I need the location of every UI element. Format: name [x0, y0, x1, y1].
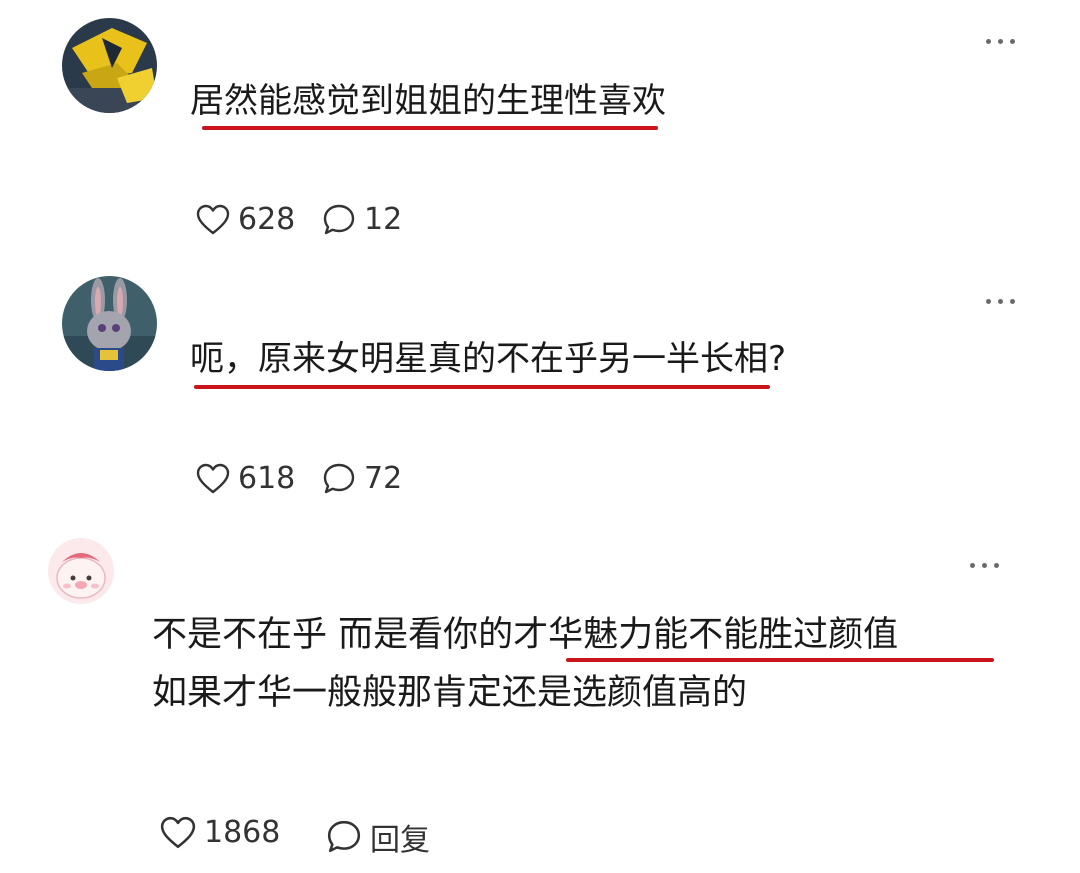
highlight-underline [194, 385, 770, 389]
comment-button[interactable]: 72 [322, 461, 402, 496]
highlight-underline [566, 658, 994, 662]
reply-count: 72 [364, 461, 403, 496]
reply-label: 回复 [370, 823, 430, 858]
like-count: 628 [238, 202, 296, 237]
avatar-image [48, 538, 114, 604]
comment-text: 居然能感觉到姐姐的生理性喜欢 [190, 81, 666, 121]
comment-text: 呃，原来女明星真的不在乎另一半长相? [190, 339, 787, 379]
avatar[interactable] [62, 18, 157, 113]
speech-bubble-icon [323, 463, 355, 493]
comment-2: 呃，原来女明星真的不在乎另一半长相? 618 72 [0, 260, 1080, 520]
like-count: 618 [238, 461, 296, 496]
reply-count: 12 [364, 202, 403, 237]
more-options-icon[interactable] [986, 39, 1015, 44]
heart-outline-icon [160, 816, 196, 848]
speech-bubble-icon [327, 820, 361, 853]
more-options-icon[interactable] [970, 563, 999, 568]
like-count: 1868 [204, 815, 281, 850]
avatar[interactable] [48, 538, 114, 604]
like-button[interactable]: 628 [196, 202, 295, 237]
like-button[interactable]: 1868 [160, 815, 280, 850]
heart-outline-icon [196, 463, 230, 493]
speech-bubble-icon [323, 204, 355, 234]
comment-text-line-2: 如果才华一般般那肯定还是选颜值高的 [152, 673, 748, 713]
comment-1: 居然能感觉到姐姐的生理性喜欢 628 12 [0, 0, 1080, 260]
more-options-icon[interactable] [986, 299, 1015, 304]
heart-outline-icon [196, 204, 230, 234]
reply-button[interactable]: 回复 [326, 815, 430, 859]
avatar-image [62, 276, 157, 371]
highlight-underline [202, 126, 658, 130]
avatar-image [62, 18, 157, 113]
avatar[interactable] [62, 276, 157, 371]
comment-3: 不是不在乎 而是看你的才华魅力能不能胜过颜值 如果才华一般般那肯定还是选颜值高的… [0, 520, 1080, 873]
comment-text-line-1: 不是不在乎 而是看你的才华魅力能不能胜过颜值 [152, 615, 899, 655]
comment-button[interactable]: 12 [322, 202, 402, 237]
like-button[interactable]: 618 [196, 461, 295, 496]
